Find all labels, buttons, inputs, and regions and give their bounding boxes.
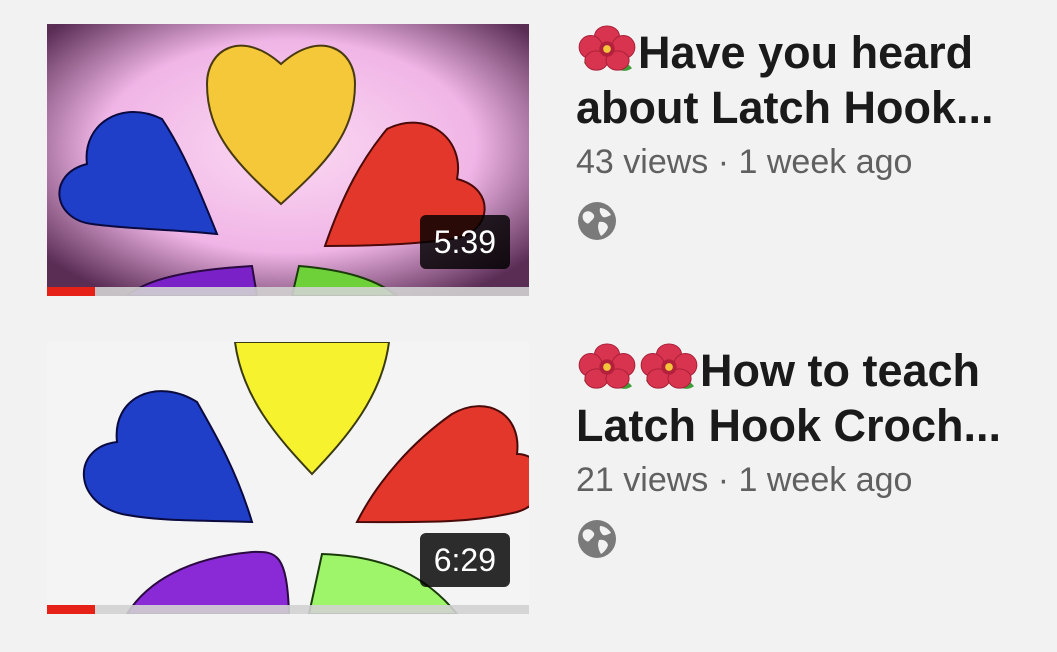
- hibiscus-icon: [638, 342, 700, 392]
- video-list-item[interactable]: 6:29 How to teach Latch Hook Croch... 21…: [0, 318, 1057, 618]
- video-stats: 43 views · 1 week ago: [576, 143, 1016, 182]
- video-title-line-2: Latch Hook Croch...: [576, 400, 1002, 451]
- video-duration-badge: 6:29: [419, 533, 510, 587]
- view-count: 43 views: [576, 143, 709, 181]
- separator-dot: ·: [717, 461, 730, 499]
- video-title[interactable]: How to teach Latch Hook Croch...: [576, 342, 1016, 453]
- hibiscus-icon: [576, 342, 638, 392]
- video-duration-badge: 5:39: [419, 215, 510, 269]
- video-metadata: Have you heard about Latch Hook... 43 vi…: [576, 24, 1016, 247]
- video-title-line-2: about Latch Hook...: [576, 82, 994, 133]
- watch-progress-track: [47, 287, 529, 296]
- watch-progress-track: [47, 605, 529, 614]
- video-metadata: How to teach Latch Hook Croch... 21 view…: [576, 342, 1016, 565]
- upload-age: 1 week ago: [738, 461, 913, 499]
- hibiscus-icon: [576, 24, 638, 74]
- separator-dot: ·: [717, 143, 730, 181]
- video-stats: 21 views · 1 week ago: [576, 461, 1016, 500]
- video-title-line-1: How to teach: [576, 342, 1016, 398]
- globe-icon: [576, 200, 618, 242]
- video-thumbnail[interactable]: 6:29: [47, 342, 529, 614]
- watch-progress-fill: [47, 287, 96, 296]
- globe-icon: [576, 518, 618, 560]
- video-title[interactable]: Have you heard about Latch Hook...: [576, 24, 1016, 135]
- view-count: 21 views: [576, 461, 709, 499]
- upload-age: 1 week ago: [738, 143, 913, 181]
- video-list-item[interactable]: 5:39 Have you heard about Latch Hook... …: [0, 0, 1057, 300]
- video-title-line-1: Have you heard: [576, 24, 1016, 80]
- watch-progress-fill: [47, 605, 96, 614]
- video-thumbnail[interactable]: 5:39: [47, 24, 529, 296]
